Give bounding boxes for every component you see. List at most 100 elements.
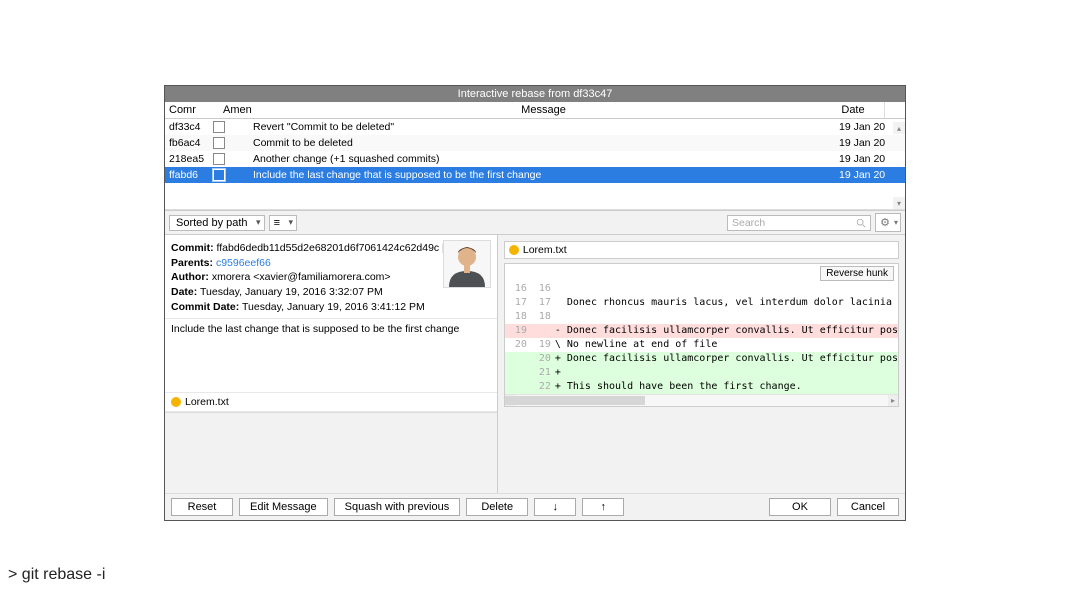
diff-content: This should have been the first change. [563, 380, 898, 394]
header-amend[interactable]: Amen [219, 102, 265, 118]
gear-icon: ⚙ [880, 216, 890, 229]
amend-checkbox[interactable] [213, 137, 225, 149]
new-line-number: 19 [529, 338, 553, 352]
delete-button[interactable]: Delete [466, 498, 528, 516]
modified-icon [509, 245, 519, 255]
row-hash: df33c4 [165, 121, 213, 133]
date-value: Tuesday, January 19, 2016 3:32:07 PM [200, 286, 383, 298]
row-hash: 218ea5 [165, 153, 213, 165]
row-date: 19 Jan 20 [839, 153, 893, 165]
commit-details: Commit: ffabd6dedb11d55d2e68201d6f706142… [165, 235, 497, 319]
layout-dropdown[interactable]: ≡ [269, 215, 297, 231]
row-message: Commit to be deleted [251, 137, 839, 149]
settings-dropdown[interactable]: ⚙ [875, 213, 901, 232]
diff-content: Donec rhoncus mauris lacus, vel interdum… [563, 296, 898, 310]
filter-bar: Sorted by path ≡ Search ⚙ [165, 210, 905, 235]
file-name: Lorem.txt [185, 396, 229, 408]
diff-line[interactable]: 1717 Donec rhoncus mauris lacus, vel inte… [505, 296, 898, 310]
reverse-hunk-button[interactable]: Reverse hunk [820, 266, 894, 281]
row-amend-cell [213, 137, 251, 149]
diff-content [563, 282, 898, 296]
amend-checkbox[interactable] [213, 121, 225, 133]
ok-button[interactable]: OK [769, 498, 831, 516]
table-row[interactable]: 218ea5Another change (+1 squashed commit… [165, 151, 905, 167]
action-bar: Reset Edit Message Squash with previous … [165, 493, 905, 520]
commit-date-value: Tuesday, January 19, 2016 3:41:12 PM [242, 301, 425, 313]
row-amend-cell [213, 169, 251, 181]
row-amend-cell [213, 153, 251, 165]
diff-content: Donec facilisis ullamcorper convallis. U… [563, 324, 898, 338]
amend-checkbox[interactable] [213, 153, 225, 165]
horizontal-scrollbar[interactable]: ◂ ▸ [505, 394, 898, 406]
diff-marker: + [553, 380, 563, 394]
new-line-number: 22 [529, 380, 553, 394]
row-message: Include the last change that is supposed… [251, 169, 839, 181]
move-up-button[interactable]: ↑ [582, 498, 624, 516]
old-line-number [505, 366, 529, 380]
old-line-number: 18 [505, 310, 529, 324]
commit-details-pane: Commit: ffabd6dedb11d55d2e68201d6f706142… [165, 235, 498, 493]
commit-table: Comr Amen Message Date df33c4Revert "Com… [165, 102, 905, 210]
commit-date-label: Commit Date: [171, 301, 239, 313]
search-placeholder: Search [732, 217, 765, 229]
diff-line[interactable]: 2019\No newline at end of file [505, 338, 898, 352]
diff-marker: \ [553, 338, 563, 352]
diff-line[interactable]: 21+ [505, 366, 898, 380]
commit-label: Commit: [171, 242, 214, 254]
squash-button[interactable]: Squash with previous [334, 498, 461, 516]
scroll-down-icon[interactable]: ▾ [893, 197, 905, 209]
diff-line[interactable]: 1616 [505, 282, 898, 296]
table-row[interactable]: ffabd6Include the last change that is su… [165, 167, 905, 183]
date-label: Date: [171, 286, 197, 298]
new-line-number: 17 [529, 296, 553, 310]
diff-viewer: Reverse hunk 16161717 Donec rhoncus mauri… [504, 263, 899, 407]
old-line-number: 17 [505, 296, 529, 310]
old-line-number [505, 380, 529, 394]
file-row[interactable]: Lorem.txt [165, 392, 497, 412]
old-line-number: 19 [505, 324, 529, 338]
edit-message-button[interactable]: Edit Message [239, 498, 328, 516]
diff-content [563, 366, 898, 380]
new-line-number: 18 [529, 310, 553, 324]
old-line-number [505, 352, 529, 366]
diff-marker [553, 282, 563, 296]
search-icon [856, 218, 866, 228]
new-line-number: 20 [529, 352, 553, 366]
diff-line[interactable]: 1818 [505, 310, 898, 324]
scroll-right-icon[interactable]: ▸ [888, 395, 898, 406]
diff-file-header[interactable]: Lorem.txt [504, 241, 899, 259]
modified-icon [171, 397, 181, 407]
reset-button[interactable]: Reset [171, 498, 233, 516]
diff-marker: - [553, 324, 563, 338]
row-date: 19 Jan 20 [839, 169, 893, 181]
header-commit[interactable]: Comr [165, 102, 219, 118]
new-line-number: 16 [529, 282, 553, 296]
diff-marker: + [553, 366, 563, 380]
sort-dropdown[interactable]: Sorted by path [169, 215, 265, 231]
old-line-number: 20 [505, 338, 529, 352]
diff-line[interactable]: 22+This should have been the first chang… [505, 380, 898, 394]
cancel-button[interactable]: Cancel [837, 498, 899, 516]
diff-marker [553, 296, 563, 310]
search-input[interactable]: Search [727, 215, 871, 231]
move-down-button[interactable]: ↓ [534, 498, 576, 516]
diff-content [563, 310, 898, 324]
parents-link[interactable]: c9596eef66 [216, 257, 271, 269]
scroll-thumb[interactable] [505, 396, 645, 405]
row-date: 19 Jan 20 [839, 137, 893, 149]
table-header: Comr Amen Message Date [165, 102, 905, 119]
diff-line[interactable]: 19 -Donec facilisis ullamcorper convallis… [505, 324, 898, 338]
amend-checkbox[interactable] [213, 169, 225, 181]
diff-pane: Lorem.txt Reverse hunk 16161717 Donec rho… [498, 235, 905, 493]
table-row[interactable]: df33c4Revert "Commit to be deleted"19 Ja… [165, 119, 905, 135]
caption-text: > git rebase -i [8, 566, 105, 584]
header-message[interactable]: Message [265, 102, 822, 118]
scroll-up-icon[interactable]: ▴ [893, 122, 905, 134]
avatar [443, 240, 491, 288]
table-row[interactable]: fb6ac4Commit to be deleted19 Jan 20 [165, 135, 905, 151]
diff-line[interactable]: 20+Donec facilisis ullamcorper convallis… [505, 352, 898, 366]
header-date[interactable]: Date [822, 102, 884, 118]
new-line-number [529, 324, 553, 338]
rebase-dialog: Interactive rebase from df33c47 Comr Ame… [164, 85, 906, 521]
diff-content: No newline at end of file [563, 338, 898, 352]
